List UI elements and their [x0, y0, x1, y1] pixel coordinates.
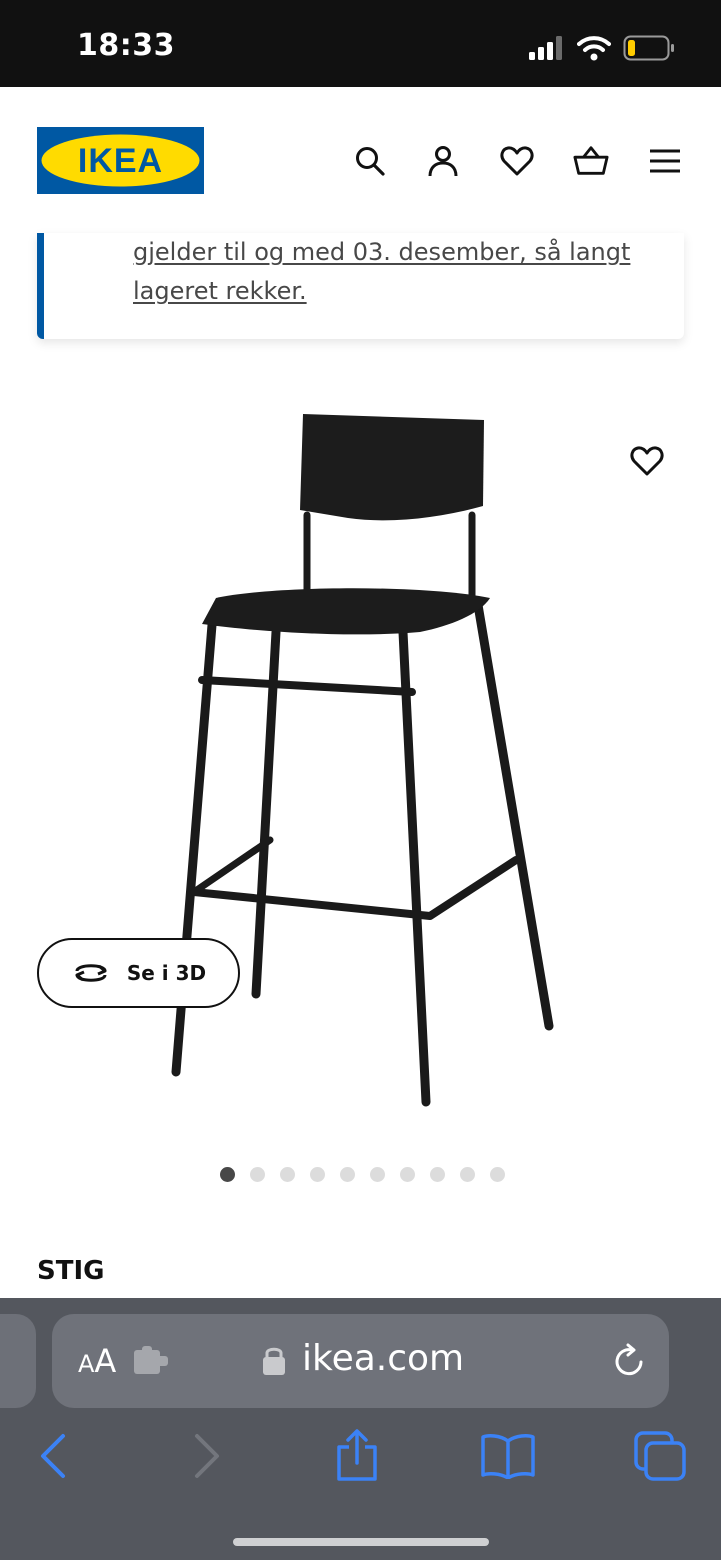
bookmarks-icon[interactable]: [478, 1426, 538, 1486]
url-text: ikea.com: [302, 1338, 465, 1379]
reload-icon[interactable]: [611, 1342, 647, 1380]
carousel-dot[interactable]: [430, 1167, 445, 1182]
notice-accent-bar: [37, 233, 44, 339]
aa-big-label: A: [94, 1342, 117, 1380]
logo-text: IKEA: [78, 142, 163, 180]
address-bar[interactable]: AA ikea.com: [52, 1314, 669, 1408]
notice-link[interactable]: gjelder til og med 03. desember, så lang…: [133, 233, 653, 311]
account-icon[interactable]: [425, 143, 461, 179]
reader-options-button[interactable]: AA: [78, 1342, 116, 1380]
cart-icon[interactable]: [573, 143, 609, 179]
status-bar: 18:33: [0, 0, 721, 87]
menu-icon[interactable]: [647, 143, 683, 179]
status-icons: [529, 34, 675, 62]
view-3d-label: Se i 3D: [126, 961, 207, 985]
product-image[interactable]: [150, 400, 570, 1120]
battery-icon: [623, 35, 674, 61]
home-indicator: [233, 1538, 489, 1546]
carousel-dot[interactable]: [490, 1167, 505, 1182]
site-header: IKEA: [0, 87, 721, 235]
previous-tab-preview[interactable]: [0, 1314, 36, 1408]
carousel-dot[interactable]: [370, 1167, 385, 1182]
promo-notice: gjelder til og med 03. desember, så lang…: [37, 233, 684, 339]
tabs-icon[interactable]: [630, 1426, 690, 1486]
aa-small-label: A: [78, 1350, 95, 1378]
status-time: 18:33: [77, 28, 175, 63]
carousel-dot[interactable]: [250, 1167, 265, 1182]
carousel-dot[interactable]: [340, 1167, 355, 1182]
image-carousel-dots: [220, 1167, 505, 1182]
carousel-dot[interactable]: [280, 1167, 295, 1182]
extension-icon[interactable]: [134, 1346, 170, 1376]
carousel-dot[interactable]: [400, 1167, 415, 1182]
ikea-logo[interactable]: IKEA: [37, 127, 204, 194]
search-icon[interactable]: [352, 143, 388, 179]
lock-icon: [263, 1347, 285, 1375]
wifi-icon: [577, 36, 611, 61]
share-icon[interactable]: [327, 1426, 387, 1486]
add-to-favorites-button[interactable]: [627, 441, 667, 481]
carousel-dot[interactable]: [460, 1167, 475, 1182]
signal-icon: [529, 36, 562, 60]
product-name: STIG: [37, 1256, 105, 1286]
carousel-dot[interactable]: [310, 1167, 325, 1182]
browser-bottom-bar: AA ikea.com: [0, 1298, 721, 1560]
rotate-3d-icon: [75, 964, 107, 982]
back-icon[interactable]: [22, 1426, 82, 1486]
forward-icon: [178, 1426, 238, 1486]
favorites-icon[interactable]: [499, 143, 535, 179]
carousel-dot[interactable]: [220, 1167, 235, 1182]
view-3d-button[interactable]: Se i 3D: [37, 938, 240, 1008]
